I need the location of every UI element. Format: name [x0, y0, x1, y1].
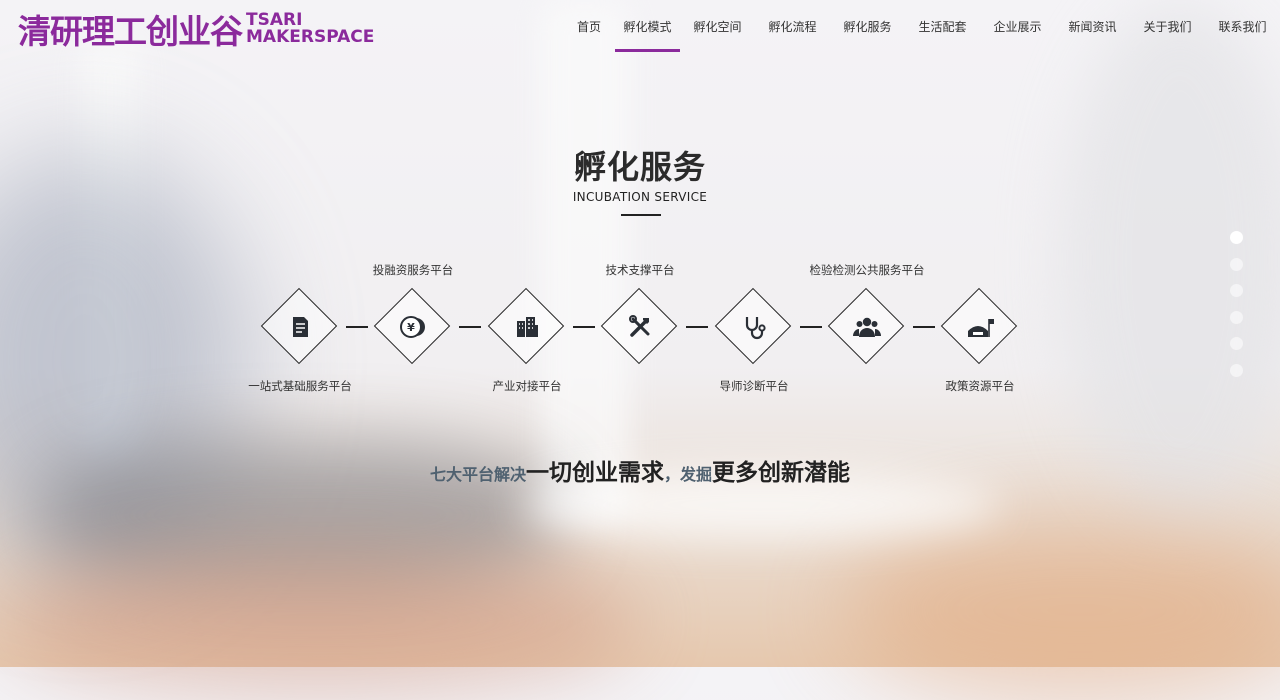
svg-text:¥: ¥ [407, 321, 415, 334]
service-item-6[interactable] [940, 287, 1020, 367]
pager-dot-0[interactable] [1230, 231, 1243, 244]
document-icon [284, 311, 316, 343]
service-item-5[interactable] [827, 287, 907, 367]
stethoscope-icon [738, 311, 770, 343]
slogan-part3: ，发掘 [664, 465, 713, 484]
service-label-5: 检验检测公共服务平台 [809, 263, 925, 277]
tools-icon [624, 311, 656, 343]
nav-item-2[interactable]: 孵化空间 [680, 0, 755, 52]
logo-english-line2: MAKERSPACE [246, 27, 375, 47]
pager-dot-1[interactable] [1230, 257, 1243, 271]
section-subtitle: INCUBATION SERVICE [572, 190, 708, 204]
nav-item-0[interactable]: 首页 [563, 0, 615, 52]
service-connector [686, 326, 708, 328]
coins-icon: ¥ [397, 311, 429, 343]
service-label-0: 一站式基础服务平台 [248, 379, 352, 393]
service-item-0[interactable] [260, 287, 340, 367]
service-item-3[interactable] [600, 287, 680, 367]
section-title: 孵化服务 [573, 148, 706, 186]
nav-item-7[interactable]: 新闻资讯 [1055, 0, 1130, 52]
nav-item-9[interactable]: 联系我们 [1205, 0, 1280, 52]
group-icon [851, 311, 883, 343]
service-label-2: 产业对接平台 [492, 379, 562, 393]
logo-english: TSARI MAKERSPACE [246, 12, 374, 46]
logo-chinese: 清研理工创业谷 [18, 12, 243, 51]
service-connector [912, 326, 935, 328]
service-connector [345, 326, 368, 328]
nav-item-3[interactable]: 孵化流程 [755, 0, 830, 52]
slogan-part4: 更多创新潜能 [712, 460, 851, 486]
main-nav: 首页 孵化模式 孵化空间 孵化流程 孵化服务 生活配套 企业展示 新闻资讯 关于我们 联系我们 [563, 0, 1280, 52]
nav-item-8[interactable]: 关于我们 [1130, 0, 1205, 52]
nav-item-6[interactable]: 企业展示 [980, 0, 1055, 52]
site-logo[interactable]: 清研理工创业谷 TSARI MAKERSPACE [18, 10, 374, 52]
slogan-part1: 七大平台解决 [429, 465, 526, 484]
service-connector [459, 326, 481, 328]
slogan: 七大平台解决一切创业需求，发掘更多创新潜能 [0, 453, 1280, 487]
flag-building-icon [964, 311, 996, 343]
slogan-part2: 一切创业需求 [526, 460, 664, 486]
service-connector [799, 326, 822, 328]
title-underline [621, 214, 661, 216]
pager-dot-4[interactable] [1230, 337, 1243, 351]
service-item-2[interactable] [487, 287, 567, 367]
service-item-4[interactable] [714, 287, 794, 367]
service-label-6: 政策资源平台 [945, 379, 1015, 393]
pager-dot-3[interactable] [1230, 310, 1243, 324]
service-connector [572, 326, 595, 328]
service-label-1: 投融资服务平台 [372, 263, 454, 277]
service-label-4: 导师诊断平台 [719, 379, 789, 393]
section-pager [1230, 231, 1243, 391]
nav-item-5[interactable]: 生活配套 [905, 0, 980, 52]
service-label-3: 技术支撑平台 [605, 263, 675, 277]
pager-dot-2[interactable] [1230, 284, 1243, 298]
nav-item-4[interactable]: 孵化服务 [830, 0, 905, 52]
buildings-icon [511, 311, 543, 343]
service-item-1[interactable]: ¥ [373, 287, 453, 367]
nav-item-1[interactable]: 孵化模式 [615, 0, 680, 52]
pager-dot-5[interactable] [1230, 363, 1243, 377]
